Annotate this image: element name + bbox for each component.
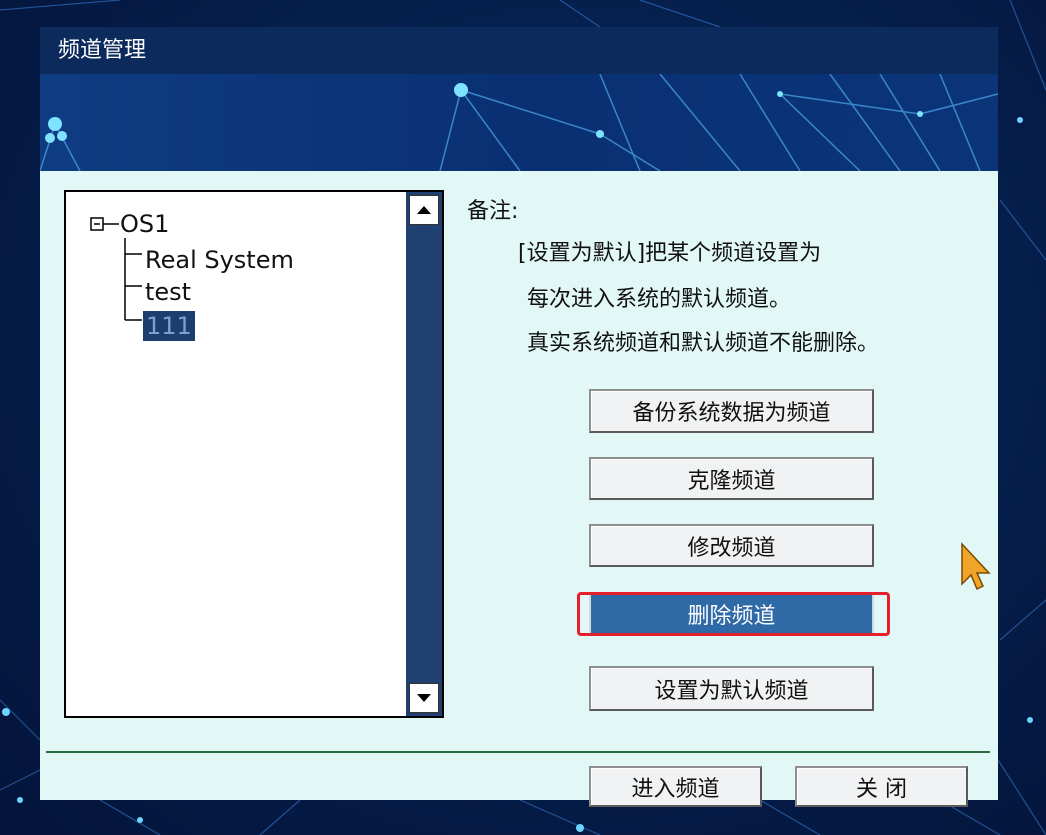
banner-network-graphic — [40, 74, 998, 171]
enter-channel-button[interactable]: 进入频道 — [589, 766, 762, 807]
tree-scrollbar[interactable] — [406, 192, 442, 716]
desktop-background: 频道管理 OS1 Real System test 111 备注: [设置为默认… — [0, 0, 1046, 835]
arrow-down-icon — [417, 694, 431, 702]
modify-channel-button[interactable]: 修改频道 — [589, 524, 874, 567]
channel-management-dialog: 频道管理 OS1 Real System test 111 备注: [设置为默认… — [40, 27, 998, 807]
channel-tree[interactable]: OS1 Real System test 111 — [64, 190, 444, 718]
scroll-down-button[interactable] — [409, 683, 439, 713]
mouse-pointer-icon — [961, 542, 991, 591]
close-button[interactable]: 关 闭 — [795, 766, 968, 807]
window-title: 频道管理 — [40, 27, 998, 74]
set-default-channel-button[interactable]: 设置为默认频道 — [589, 666, 874, 711]
scroll-up-button[interactable] — [409, 195, 439, 225]
arrow-up-icon — [417, 206, 431, 214]
footer-divider — [46, 751, 990, 753]
dialog-body: OS1 Real System test 111 备注: [设置为默认]把某个频… — [40, 171, 998, 807]
clone-channel-button[interactable]: 克隆频道 — [589, 457, 874, 500]
tree-node-111[interactable]: 111 — [143, 311, 195, 341]
notes-line-1: [设置为默认]把某个频道设置为 — [518, 241, 822, 266]
notes-line-2: 每次进入系统的默认频道。 — [527, 287, 792, 312]
header-banner — [40, 74, 998, 171]
tree-node-os1[interactable]: OS1 — [120, 209, 169, 239]
delete-channel-button[interactable]: 删除频道 — [589, 593, 874, 635]
tree-node-test[interactable]: test — [145, 277, 191, 307]
notes-line-3: 真实系统频道和默认频道不能删除。 — [527, 331, 880, 356]
tree-node-real-system[interactable]: Real System — [145, 245, 294, 275]
backup-system-to-channel-button[interactable]: 备份系统数据为频道 — [589, 389, 874, 433]
notes-title: 备注: — [467, 199, 519, 224]
